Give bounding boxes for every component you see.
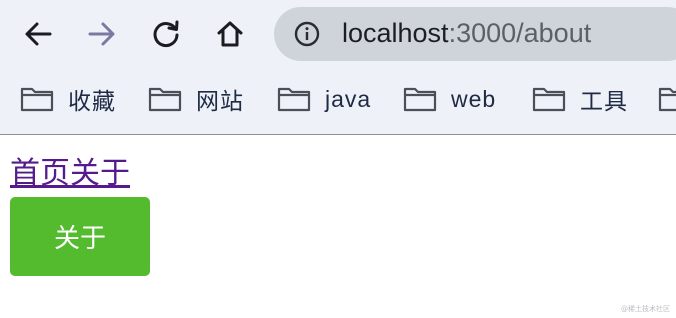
about-link[interactable]: 关于 [70, 156, 130, 191]
home-icon [217, 21, 243, 47]
forward-button[interactable] [82, 14, 122, 54]
folder-icon [20, 87, 54, 112]
router-nav: 首页关于 [10, 156, 130, 192]
bookmark-folder[interactable]: 网站 [148, 84, 244, 114]
folder-icon [403, 87, 437, 112]
watermark: @稀土技术社区 [621, 305, 670, 313]
home-button[interactable] [210, 14, 250, 54]
bookmark-label: 网站 [196, 88, 244, 114]
home-link[interactable]: 首页 [10, 156, 70, 191]
bookmark-label: java [325, 85, 372, 112]
bookmark-label: 工具 [580, 88, 628, 114]
bookmark-folder[interactable] [658, 84, 676, 114]
reload-icon [153, 20, 179, 48]
url-host: localhost [342, 18, 449, 48]
folder-icon [148, 87, 182, 112]
browser-toolbar: localhost:3000/about [0, 0, 676, 68]
bookmarks-bar: 收藏 网站 java web 工具 [0, 74, 676, 122]
url-path: :3000/about [448, 18, 592, 48]
browser-chrome: localhost:3000/about 收藏 网站 java web 工具 [0, 0, 676, 135]
address-bar[interactable]: localhost:3000/about [274, 7, 676, 61]
folder-icon [658, 87, 676, 112]
bookmark-label: 收藏 [68, 88, 116, 114]
bookmark-folder[interactable]: web [403, 84, 496, 114]
folder-icon [532, 87, 566, 112]
url-text[interactable]: localhost:3000/about [342, 18, 591, 49]
bookmark-folder[interactable]: 工具 [532, 84, 628, 114]
back-button[interactable] [18, 14, 58, 54]
arrow-right-icon [88, 22, 115, 46]
bookmark-folder[interactable]: java [277, 84, 371, 114]
folder-icon [277, 87, 311, 112]
info-icon[interactable] [294, 21, 320, 47]
bookmark-label: web [451, 85, 497, 112]
bookmark-folder[interactable]: 收藏 [20, 84, 116, 114]
arrow-left-icon [25, 22, 52, 46]
reload-button[interactable] [146, 14, 186, 54]
about-button[interactable]: 关于 [10, 197, 150, 276]
page-content: 首页关于 关于 @稀土技术社区 [0, 136, 676, 318]
